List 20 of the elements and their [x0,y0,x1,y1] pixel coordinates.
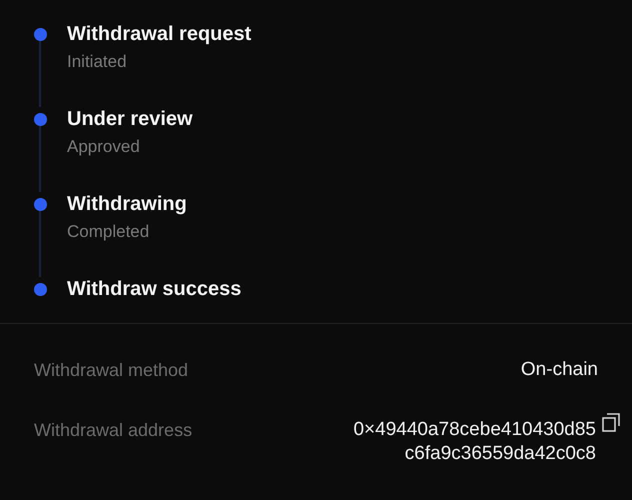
timeline-line [39,126,41,192]
step-status: Completed [67,222,150,242]
detail-value: On-chain [520,358,598,382]
step-title: Withdraw success [67,277,242,301]
step-title: Withdrawing [67,192,187,216]
step-status: Approved [67,137,141,157]
detail-label: Withdrawal address [34,419,192,442]
detail-value: 0×49440a78cebe410430d85 [353,418,596,442]
step-dot [34,28,46,41]
timeline-line [39,41,41,107]
detail-value: c6fa9c36559da42c0c8 [404,442,596,466]
step-dot [34,283,46,296]
copy-icon[interactable] [600,412,622,434]
step-dot [34,198,46,211]
detail-label: Withdrawal method [34,359,188,382]
step-status: Initiated [67,52,128,72]
step-title: Withdrawal request [67,22,252,46]
step-dot [34,113,46,126]
step-title: Under review [67,107,193,131]
timeline-line [39,211,41,277]
